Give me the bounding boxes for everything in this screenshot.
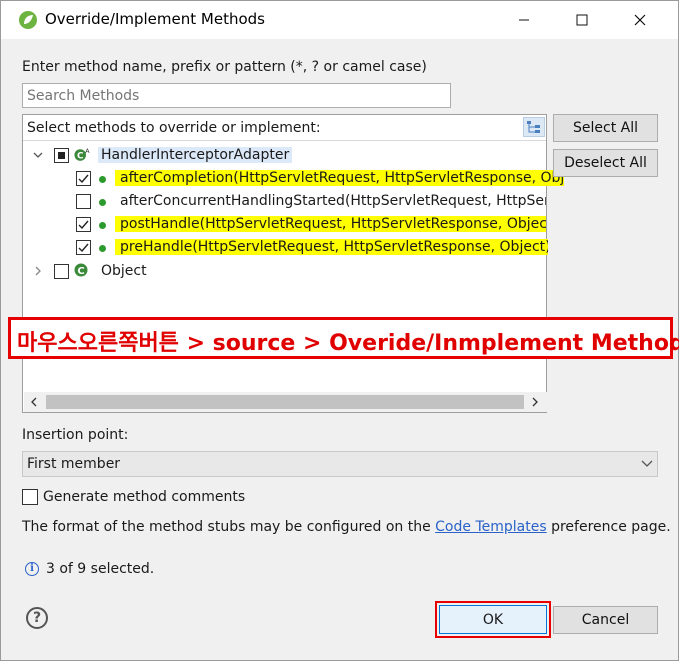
tree-row-method[interactable]: postHandle(HttpServletRequest, HttpServl…	[24, 214, 546, 237]
templates-note-suffix: preference page.	[546, 519, 671, 535]
svg-text:C: C	[77, 266, 84, 277]
scroll-left-icon[interactable]	[30, 397, 38, 407]
sort-hierarchy-icon	[527, 121, 540, 133]
tree-row-method[interactable]: afterConcurrentHandlingStarted(HttpServl…	[24, 191, 546, 214]
ok-button[interactable]: OK	[439, 605, 547, 634]
generate-comments-checkbox[interactable]	[22, 489, 38, 505]
method-label: afterConcurrentHandlingStarted(HttpServl…	[120, 193, 546, 209]
class-icon: C	[74, 263, 88, 277]
root-checkbox[interactable]	[54, 148, 69, 163]
selection-status: 3 of 9 selected.	[46, 561, 155, 577]
generate-comments-label: Generate method comments	[43, 489, 246, 505]
object-checkbox[interactable]	[54, 264, 69, 279]
methods-tree[interactable]: Select methods to override or implement:…	[22, 114, 564, 413]
method-label: postHandle(HttpServletRequest, HttpServl…	[115, 216, 546, 232]
method-label: afterCompletion(HttpServletRequest, Http…	[115, 170, 564, 186]
title-bar: Override/Implement Methods	[1, 1, 678, 39]
method-checkbox[interactable]	[76, 171, 91, 186]
deselect-all-button[interactable]: Deselect All	[553, 149, 658, 177]
method-checkbox[interactable]	[76, 194, 91, 209]
minimize-button[interactable]	[495, 1, 553, 39]
code-templates-link[interactable]: Code Templates	[435, 519, 546, 535]
sort-button[interactable]	[523, 117, 545, 137]
maximize-button[interactable]	[553, 1, 611, 39]
tree-row-handlerinterceptoradapter[interactable]: C A HandlerInterceptorAdapter	[24, 145, 545, 168]
tree-header: Select methods to override or implement:	[23, 115, 546, 141]
cancel-button[interactable]: Cancel	[553, 606, 658, 634]
checkmark-icon	[78, 220, 89, 230]
info-icon: i	[25, 562, 39, 576]
chevron-down-icon[interactable]	[32, 148, 44, 162]
public-method-icon	[99, 245, 106, 252]
scrollbar-thumb[interactable]	[46, 395, 524, 409]
root-class-label: HandlerInterceptorAdapter	[98, 147, 293, 163]
public-method-icon	[99, 176, 106, 183]
help-icon[interactable]: ?	[26, 607, 48, 629]
scroll-right-icon[interactable]	[531, 397, 539, 407]
override-implement-dialog: Override/Implement Methods Enter method …	[0, 0, 679, 661]
horizontal-scrollbar[interactable]	[24, 392, 547, 412]
checkmark-icon	[78, 243, 89, 253]
search-input[interactable]	[22, 83, 451, 108]
close-button[interactable]	[611, 1, 669, 39]
templates-note-prefix: The format of the method stubs may be co…	[22, 519, 436, 535]
spring-leaf-icon	[19, 11, 37, 29]
insertion-point-label: Insertion point:	[22, 427, 129, 443]
public-method-icon	[99, 199, 106, 206]
abstract-class-icon: C A	[74, 148, 90, 162]
insertion-point-value: First member	[27, 456, 121, 472]
annotation-overlay: 마우스오른쪽버튼 > source > Overide/Inmplement M…	[8, 317, 679, 359]
public-method-icon	[99, 222, 106, 229]
insertion-point-select[interactable]: First member	[22, 451, 658, 477]
select-all-button[interactable]: Select All	[553, 114, 658, 142]
method-checkbox[interactable]	[76, 240, 91, 255]
templates-note: The format of the method stubs may be co…	[22, 519, 671, 535]
svg-text:C: C	[77, 152, 84, 162]
minimize-icon	[519, 19, 529, 21]
window-title: Override/Implement Methods	[45, 10, 265, 28]
tree-header-label: Select methods to override or implement:	[27, 120, 321, 136]
chevron-down-icon	[641, 460, 653, 467]
tree-row-method[interactable]: preHandle(HttpServletRequest, HttpServle…	[24, 237, 548, 260]
method-checkbox[interactable]	[76, 217, 91, 232]
checkmark-icon	[78, 174, 89, 184]
object-class-label: Object	[101, 263, 147, 279]
chevron-right-icon[interactable]	[32, 264, 44, 278]
filter-label: Enter method name, prefix or pattern (*,…	[22, 59, 427, 75]
maximize-icon	[576, 14, 588, 26]
close-icon	[634, 14, 646, 26]
tree-row-object[interactable]: C Object	[24, 261, 545, 284]
method-label: preHandle(HttpServletRequest, HttpServle…	[115, 239, 548, 255]
tree-row-method[interactable]: afterCompletion(HttpServletRequest, Http…	[24, 168, 564, 191]
svg-text:A: A	[85, 148, 90, 155]
